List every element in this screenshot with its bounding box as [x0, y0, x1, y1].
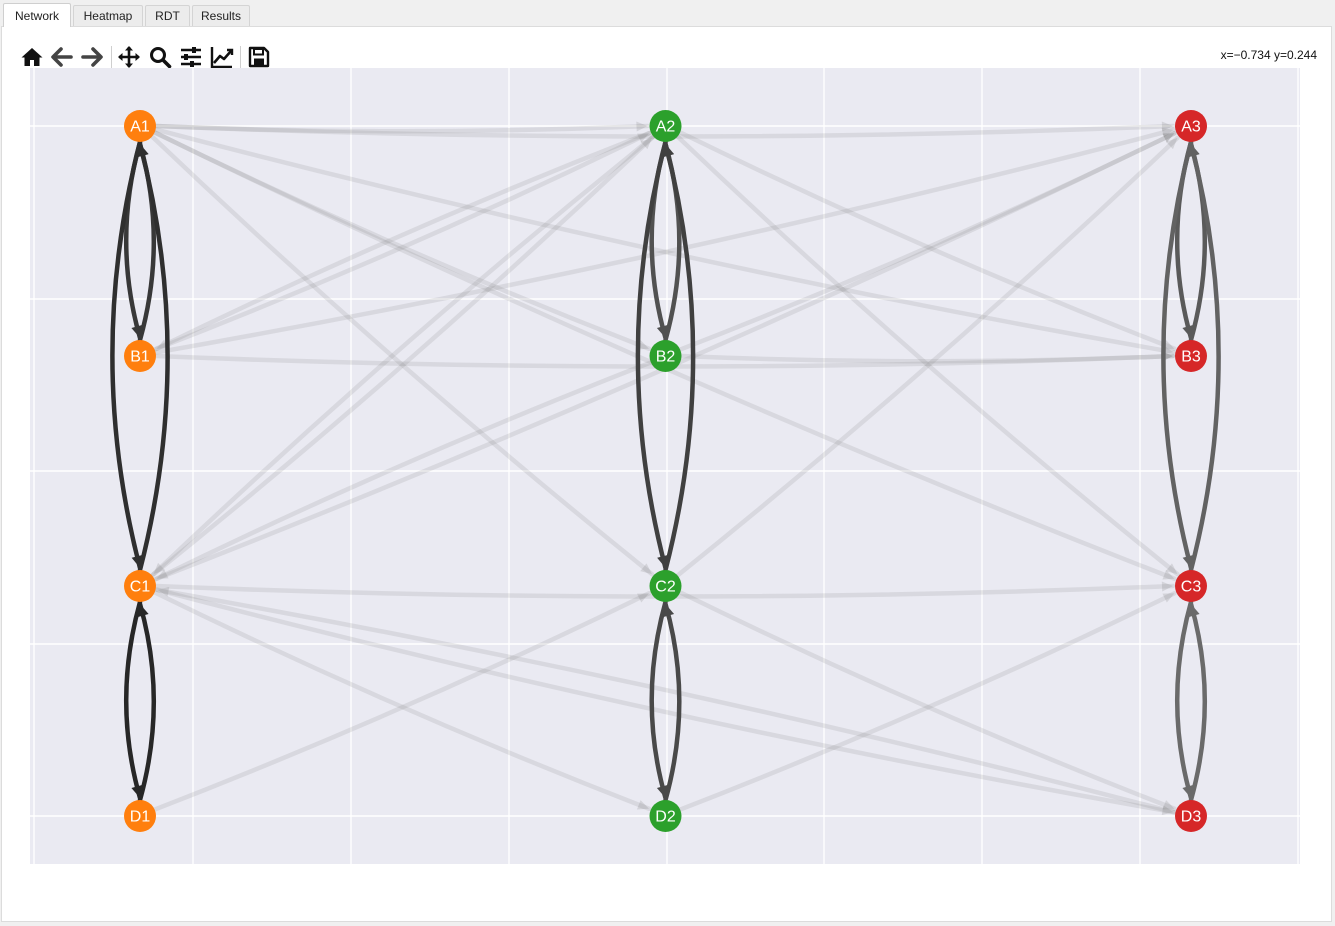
- subplots-button[interactable]: [177, 43, 205, 71]
- cursor-coordinates: x=−0.734 y=0.244: [1220, 48, 1317, 62]
- plot-background: [30, 68, 1300, 864]
- magnifier-icon: [150, 47, 172, 69]
- network-plot[interactable]: A1 B1 C1 D1 A2 B2 C2 D2 A3 B3 C3 D3: [30, 68, 1300, 864]
- tab-rdt[interactable]: RDT: [145, 5, 190, 26]
- home-icon: [21, 48, 43, 66]
- node-label: D2: [655, 809, 676, 826]
- tab-bar: Network Heatmap RDT Results: [0, 0, 1335, 27]
- tab-network[interactable]: Network: [3, 3, 71, 27]
- node-label: D1: [130, 809, 151, 826]
- node-label: A3: [1181, 119, 1201, 136]
- node-label: C2: [655, 579, 676, 596]
- node-label: B3: [1181, 349, 1201, 366]
- node-label: C3: [1181, 579, 1202, 596]
- node-label: A2: [656, 119, 676, 136]
- back-button[interactable]: [48, 43, 76, 71]
- toolbar-separator: [111, 46, 112, 68]
- save-button[interactable]: [245, 43, 273, 71]
- floppy-disk-icon: [248, 46, 270, 68]
- move-icon: [118, 46, 140, 68]
- tab-results[interactable]: Results: [192, 5, 250, 26]
- node-label: C1: [130, 579, 151, 596]
- sliders-icon: [181, 47, 201, 67]
- node-label: A1: [130, 119, 150, 136]
- arrow-right-icon: [81, 47, 103, 67]
- tab-heatmap[interactable]: Heatmap: [73, 5, 143, 26]
- home-button[interactable]: [18, 43, 46, 71]
- forward-button[interactable]: [78, 43, 106, 71]
- toolbar-separator: [240, 46, 241, 68]
- line-chart-icon: [210, 47, 234, 69]
- axes-button[interactable]: [208, 43, 236, 71]
- zoom-button[interactable]: [146, 43, 174, 71]
- node-label: B1: [130, 349, 150, 366]
- node-label: B2: [656, 349, 676, 366]
- pan-button[interactable]: [115, 43, 143, 71]
- arrow-left-icon: [51, 47, 73, 67]
- node-label: D3: [1181, 809, 1202, 826]
